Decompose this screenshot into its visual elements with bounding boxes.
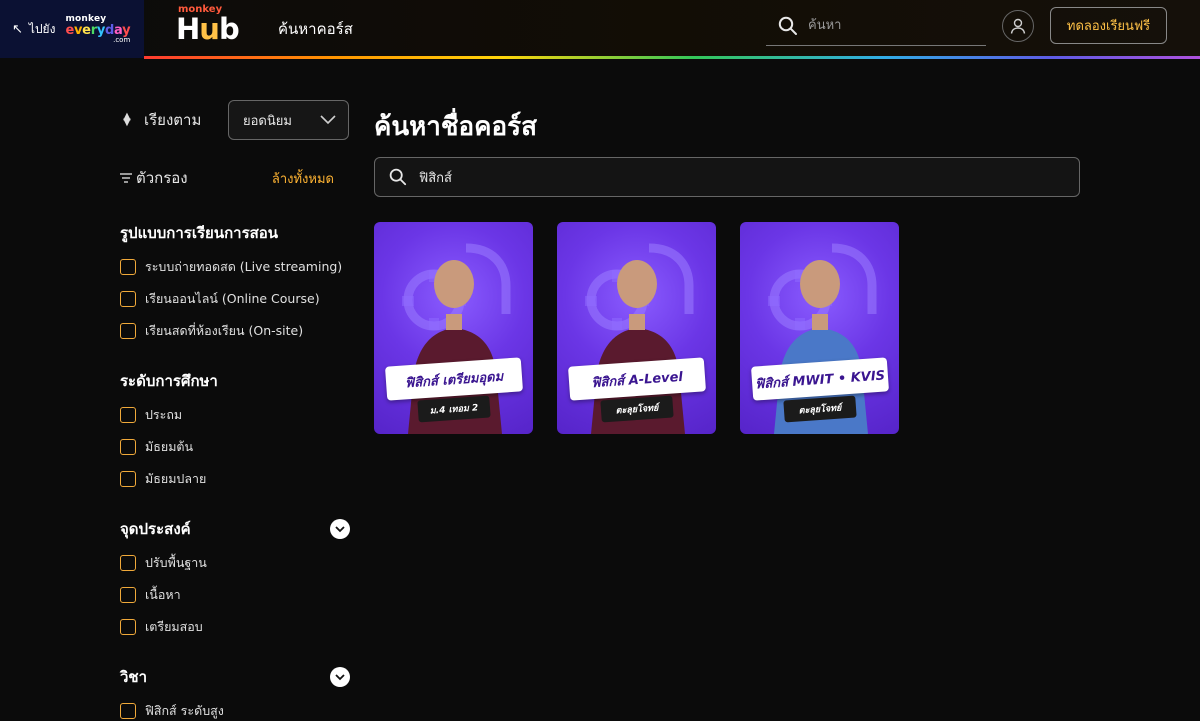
filter-group-header: ระดับการศึกษา: [120, 370, 352, 392]
clear-all-filters-link[interactable]: ล้างทั้งหมด: [272, 168, 334, 189]
filter-option-label: ระบบถ่ายทอดสด (Live streaming): [145, 258, 343, 274]
user-account-button[interactable]: [1002, 10, 1034, 42]
filter-checkbox[interactable]: [120, 290, 136, 307]
back-to-monkeyeveryday-link[interactable]: ↖ ไปยัง monkey everyday .com: [0, 0, 144, 58]
course-title: ฟิสิกส์ MWIT • KVIS: [754, 367, 886, 393]
filter-header-row: ตัวกรอง ล้างทั้งหมด: [120, 166, 334, 190]
filter-option-label: เรียนออนไลน์ (Online Course): [145, 290, 320, 306]
search-icon: [778, 16, 797, 35]
sort-selected-value: ยอดนิยม: [243, 113, 292, 129]
filter-option[interactable]: ระบบถ่ายทอดสด (Live streaming): [120, 257, 352, 276]
filter-group-title: วิชา: [120, 668, 148, 686]
filter-group: วิชาฟิสิกส์ ระดับสูง: [120, 666, 352, 720]
filter-option-label: มัธยมปลาย: [145, 470, 207, 486]
filter-option-label: เรียนสดที่ห้องเรียน (On-site): [145, 322, 304, 338]
course-results: ฟิสิกส์ เตรียมอุดม ม.4 เทอม 2 ฟิสิกส์ A-Le…: [374, 222, 899, 434]
filter-checkbox[interactable]: [120, 258, 136, 275]
filter-option-label: มัธยมต้น: [145, 438, 194, 454]
filter-group-header[interactable]: จุดประสงค์: [120, 518, 352, 540]
sort-label: เรียงตาม: [144, 111, 202, 129]
filter-group: ระดับการศึกษาประถมมัธยมต้นมัธยมปลาย: [120, 370, 352, 488]
sort-icon: ▲ ▼: [123, 111, 131, 128]
filter-option[interactable]: เนื้อหา: [120, 585, 352, 604]
filter-option[interactable]: ปรับพื้นฐาน: [120, 553, 352, 572]
filter-group-title: ระดับการศึกษา: [120, 372, 218, 390]
filter-group: จุดประสงค์ปรับพื้นฐานเนื้อหาเตรียมสอบ: [120, 518, 352, 636]
user-icon: [1010, 18, 1026, 34]
chevron-down-icon[interactable]: [330, 667, 350, 687]
filter-group-header: รูปแบบการเรียนการสอน: [120, 222, 352, 244]
filter-icon: [120, 173, 132, 183]
nav-search-courses-link[interactable]: ค้นหาคอร์ส: [278, 17, 353, 41]
chevron-down-icon[interactable]: [330, 519, 350, 539]
course-title: ฟิสิกส์ เตรียมอุดม: [404, 369, 504, 391]
monkey-hub-logo[interactable]: monkey Hub: [176, 5, 240, 46]
filter-checkbox[interactable]: [120, 406, 136, 423]
filter-group-header[interactable]: วิชา: [120, 666, 352, 688]
header-search-input[interactable]: [808, 18, 968, 33]
search-icon: [389, 168, 407, 186]
course-subtitle: ตะลุยโจทย์: [798, 403, 842, 417]
filter-checkbox[interactable]: [120, 470, 136, 487]
arrow-up-left-icon: ↖: [12, 21, 23, 37]
filter-option-label: เตรียมสอบ: [145, 618, 203, 634]
filter-checkbox[interactable]: [120, 554, 136, 571]
filter-groups: รูปแบบการเรียนการสอนระบบถ่ายทอดสด (Live …: [120, 222, 352, 720]
course-subtitle: ตะลุยโจทย์: [615, 403, 659, 417]
filter-group: รูปแบบการเรียนการสอนระบบถ่ายทอดสด (Live …: [120, 222, 352, 340]
page-title: ค้นหาชื่อคอร์ส: [374, 112, 538, 142]
course-subtitle: ม.4 เทอม 2: [429, 403, 479, 417]
sort-row: ▲ ▼ เรียงตาม ยอดนิยม: [120, 100, 352, 140]
course-card[interactable]: ฟิสิกส์ A-Level ตะลุยโจทย์: [557, 222, 716, 434]
filter-checkbox[interactable]: [120, 322, 136, 339]
filter-option[interactable]: มัธยมต้น: [120, 437, 352, 456]
filter-checkbox[interactable]: [120, 618, 136, 635]
monkeyeveryday-logo-text: everyday: [65, 22, 131, 38]
filter-option[interactable]: เตรียมสอบ: [120, 617, 352, 636]
course-search-input[interactable]: [419, 169, 1019, 185]
filter-label: ตัวกรอง: [136, 169, 188, 187]
filter-sidebar: ▲ ▼ เรียงตาม ยอดนิยม ตัวกรอง ล้างทั้งหมด …: [120, 100, 352, 720]
filter-option[interactable]: มัธยมปลาย: [120, 469, 352, 488]
filter-group-title: จุดประสงค์: [120, 520, 191, 538]
filter-checkbox[interactable]: [120, 586, 136, 603]
filter-option-label: เนื้อหา: [145, 586, 181, 602]
rainbow-divider: [144, 56, 1200, 59]
filter-checkbox[interactable]: [120, 702, 136, 719]
course-card[interactable]: ฟิสิกส์ MWIT • KVIS ตะลุยโจทย์: [740, 222, 899, 434]
filter-option[interactable]: ฟิสิกส์ ระดับสูง: [120, 701, 352, 720]
top-navigation-bar: ↖ ไปยัง monkey everyday .com monkey Hub …: [0, 0, 1200, 58]
chevron-down-icon: [320, 115, 336, 125]
filter-option[interactable]: เรียนออนไลน์ (Online Course): [120, 289, 352, 308]
monkeyeveryday-logo: monkey everyday .com: [65, 13, 131, 44]
filter-option-label: ประถม: [145, 406, 183, 422]
back-label: ไปยัง: [28, 21, 56, 36]
course-title: ฟิสิกส์ A-Level: [590, 369, 684, 391]
filter-title: ตัวกรอง: [120, 166, 188, 190]
filter-option[interactable]: ประถม: [120, 405, 352, 424]
filter-option[interactable]: เรียนสดที่ห้องเรียน (On-site): [120, 321, 352, 340]
filter-checkbox[interactable]: [120, 438, 136, 455]
hub-logo-text: Hub: [176, 12, 240, 46]
course-search-box[interactable]: [374, 157, 1080, 197]
filter-option-label: ปรับพื้นฐาน: [145, 554, 207, 570]
header-search[interactable]: [766, 6, 986, 46]
filter-option-label: ฟิสิกส์ ระดับสูง: [145, 702, 224, 718]
free-trial-button[interactable]: ทดลองเรียนฟรี: [1050, 7, 1167, 44]
sort-dropdown[interactable]: ยอดนิยม: [228, 100, 349, 140]
course-card[interactable]: ฟิสิกส์ เตรียมอุดมม.4 เทอม 2: [374, 222, 533, 434]
filter-group-title: รูปแบบการเรียนการสอน: [120, 224, 279, 242]
